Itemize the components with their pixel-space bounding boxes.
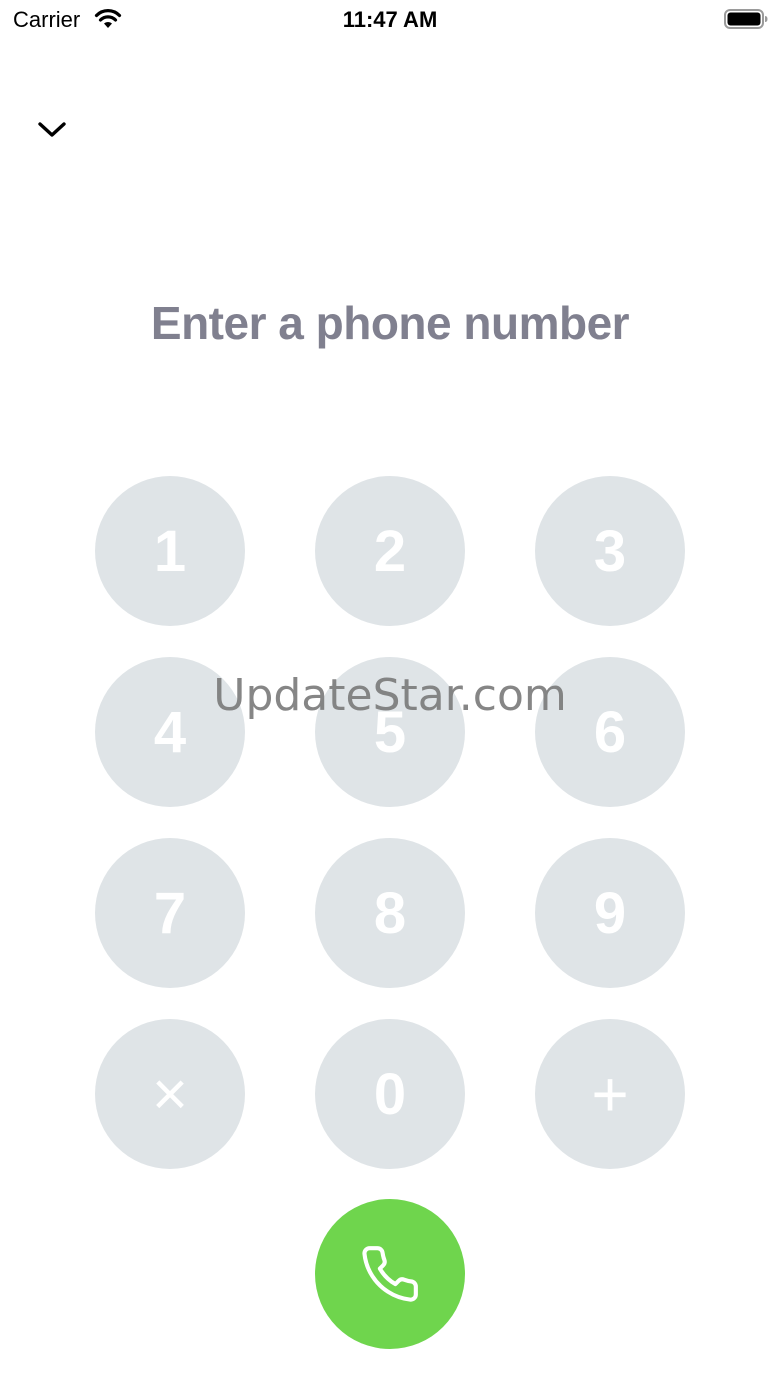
call-button[interactable] [315,1199,465,1349]
key-4[interactable]: 4 [95,657,245,807]
battery-full-icon [724,9,768,29]
key-3[interactable]: 3 [535,476,685,626]
key-9[interactable]: 9 [535,838,685,988]
key-8[interactable]: 8 [315,838,465,988]
phone-icon [362,1246,418,1302]
clear-key[interactable]: × [95,1019,245,1169]
key-1[interactable]: 1 [95,476,245,626]
status-time: 11:47 AM [342,7,438,32]
key-5[interactable]: 5 [315,657,465,807]
key-2[interactable]: 2 [315,476,465,626]
chevron-down-icon [38,122,66,137]
collapse-button[interactable] [30,110,74,150]
key-0[interactable]: 0 [315,1019,465,1169]
status-bar: Carrier 11:47 AM [0,0,780,40]
key-plus[interactable]: + [535,1019,685,1169]
key-7[interactable]: 7 [95,838,245,988]
key-6[interactable]: 6 [535,657,685,807]
page-title: Enter a phone number [150,297,630,349]
